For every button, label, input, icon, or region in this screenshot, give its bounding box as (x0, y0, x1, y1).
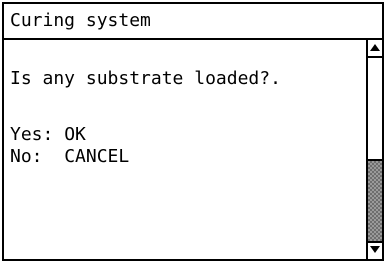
scroll-up-button[interactable] (368, 40, 382, 58)
dialog-question: Is any substrate loaded?. (10, 68, 281, 89)
dialog-content: Is any substrate loaded?. Yes: OK No: CA… (4, 40, 366, 259)
option-yes: Yes: OK (10, 124, 86, 146)
option-no-label: No: (10, 146, 43, 167)
option-no: No: CANCEL (10, 146, 129, 168)
scroll-down-button[interactable] (368, 241, 382, 259)
scroll-thumb[interactable] (368, 159, 382, 241)
scroll-down-arrow-icon (370, 246, 380, 253)
window-title: Curing system (4, 4, 382, 40)
option-yes-action: OK (64, 124, 86, 145)
option-yes-label: Yes: (10, 124, 54, 145)
option-no-action: CANCEL (64, 146, 130, 167)
scroll-track[interactable] (368, 58, 382, 241)
vertical-scrollbar[interactable] (366, 40, 382, 259)
curing-system-screen: Curing system Is any substrate loaded?. … (2, 2, 384, 261)
scroll-up-arrow-icon (370, 44, 380, 51)
